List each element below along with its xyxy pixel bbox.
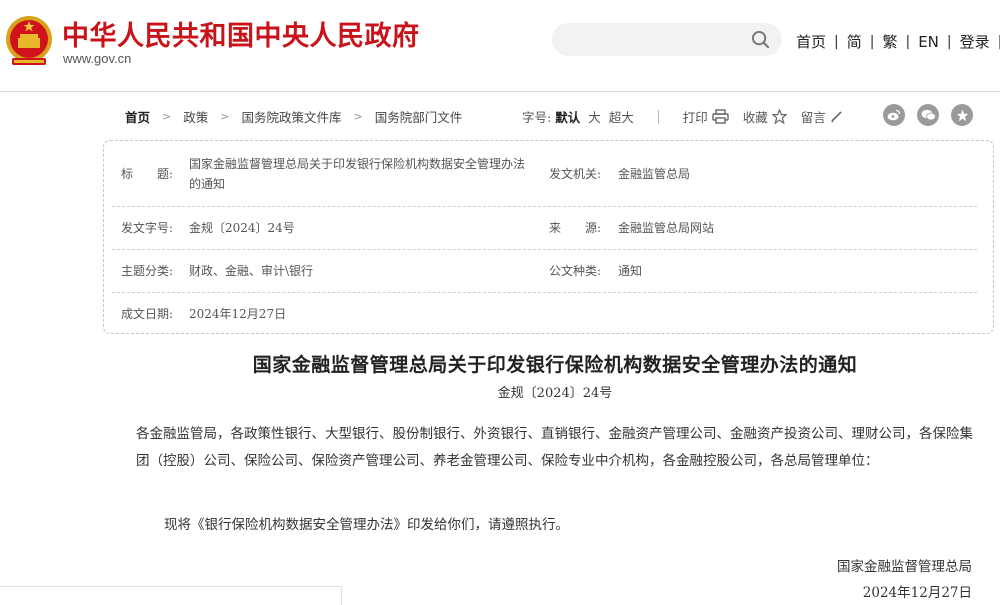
title-label: 标 题: xyxy=(121,167,174,181)
weibo-glyph-icon xyxy=(887,109,901,121)
doc-no-value: 金规〔2024〕24号 xyxy=(189,221,295,235)
page-tools: 字号: 默认 大 超大 打印 收藏 留言 xyxy=(522,107,857,126)
document-date: 2024年12月27日 xyxy=(862,585,972,601)
breadcrumb-home[interactable]: 首页 xyxy=(125,107,150,126)
print-button[interactable]: 打印 xyxy=(683,107,729,126)
nav-home[interactable]: 首页 xyxy=(796,31,826,52)
title-value-line1: 国家金融监督管理总局关于印发银行保险机构数据安全管理办法 xyxy=(189,157,526,171)
document-number: 金规〔2024〕24号 xyxy=(497,386,613,401)
issuer-value: 金融监管总局 xyxy=(618,167,691,181)
nav-separator: | xyxy=(905,33,911,50)
site-header: 中华人民共和国中央人民政府 www.gov.cn 首页 | 简 | 繁 | EN… xyxy=(0,0,1000,92)
star-icon xyxy=(771,109,787,124)
document-signer: 国家金融监督管理总局 xyxy=(837,559,972,575)
print-label: 打印 xyxy=(682,110,708,125)
info-row: 标 题: 国家金融监督管理总局关于印发银行保险机构数据安全管理办法 的通知 发文… xyxy=(112,141,977,207)
document-info-table: 标 题: 国家金融监督管理总局关于印发银行保险机构数据安全管理办法 的通知 发文… xyxy=(103,140,994,334)
comment-label: 留言 xyxy=(800,110,826,125)
document-recipients: 各金融监管局，各政策性银行、大型银行、股份制银行、外资银行、直销银行、金融资产管… xyxy=(136,426,973,469)
printer-icon xyxy=(712,109,729,124)
nav-login[interactable]: 登录 xyxy=(960,31,990,52)
site-url[interactable]: www.gov.cn xyxy=(63,51,131,66)
divider xyxy=(657,109,659,124)
info-row: 发文字号: 金规〔2024〕24号 来 源: 金融监管总局网站 xyxy=(112,207,977,250)
breadcrumb-department-docs[interactable]: 国务院部门文件 xyxy=(375,107,463,126)
breadcrumb-policy[interactable]: 政策 xyxy=(183,107,208,126)
topic-value: 财政、金融、审计\银行 xyxy=(189,264,314,278)
favorite-button[interactable]: 收藏 xyxy=(743,107,787,126)
source-label: 来 源: xyxy=(549,221,602,235)
pencil-icon xyxy=(831,111,842,123)
issuer-label: 发文机关: xyxy=(549,167,602,181)
type-value: 通知 xyxy=(618,264,643,278)
chevron-right-icon: > xyxy=(162,110,172,123)
chevron-right-icon: > xyxy=(220,110,230,123)
top-nav: 首页 | 简 | 繁 | EN | 登录 | xyxy=(796,31,1000,52)
source-value: 金融监管总局网站 xyxy=(618,221,715,235)
type-label: 公文种类: xyxy=(549,264,602,278)
nav-separator: | xyxy=(869,33,875,50)
title-value-line2: 的通知 xyxy=(189,177,226,191)
favorite-label: 收藏 xyxy=(742,110,768,125)
doc-no-label: 发文字号: xyxy=(121,221,174,235)
info-row: 成文日期: 2024年12月27日 xyxy=(112,293,977,334)
wechat-glyph-icon xyxy=(921,109,936,121)
breadcrumb-policy-library[interactable]: 国务院政策文件库 xyxy=(241,107,341,126)
font-size-label: 字号: xyxy=(522,110,552,125)
font-size-default[interactable]: 默认 xyxy=(555,107,580,126)
info-row: 主题分类: 财政、金融、审计\银行 公文种类: 通知 xyxy=(112,250,977,293)
star-glyph-icon xyxy=(956,109,968,121)
comment-button[interactable]: 留言 xyxy=(801,107,843,126)
date-value: 2024年12月27日 xyxy=(189,307,287,321)
site-title[interactable]: 中华人民共和国中央人民政府 xyxy=(62,14,420,53)
topic-label: 主题分类: xyxy=(121,264,174,278)
nav-separator: | xyxy=(946,33,952,50)
nav-separator: | xyxy=(834,33,839,50)
national-emblem-icon[interactable] xyxy=(4,14,54,68)
wechat-icon[interactable] xyxy=(917,104,939,126)
weibo-icon[interactable] xyxy=(883,104,905,126)
document-title: 国家金融监督管理总局关于印发银行保险机构数据安全管理办法的通知 xyxy=(252,354,858,376)
breadcrumb: 首页 > 政策 > 国务院政策文件库 > 国务院部门文件 xyxy=(125,107,462,126)
search-icon[interactable] xyxy=(751,30,770,49)
document-body: 现将《银行保险机构数据安全管理办法》印发给你们，请遵照执行。 xyxy=(164,517,569,533)
font-size-large[interactable]: 大 xyxy=(588,107,601,126)
nav-traditional[interactable]: 繁 xyxy=(882,31,897,52)
star-share-icon[interactable] xyxy=(951,104,973,126)
divider xyxy=(0,586,342,605)
nav-english[interactable]: EN xyxy=(918,33,939,51)
chevron-right-icon: > xyxy=(353,110,363,123)
nav-simplified[interactable]: 简 xyxy=(847,31,862,52)
date-label: 成文日期: xyxy=(121,307,174,321)
search-input[interactable] xyxy=(552,23,782,56)
font-size-xlarge[interactable]: 超大 xyxy=(609,107,634,126)
